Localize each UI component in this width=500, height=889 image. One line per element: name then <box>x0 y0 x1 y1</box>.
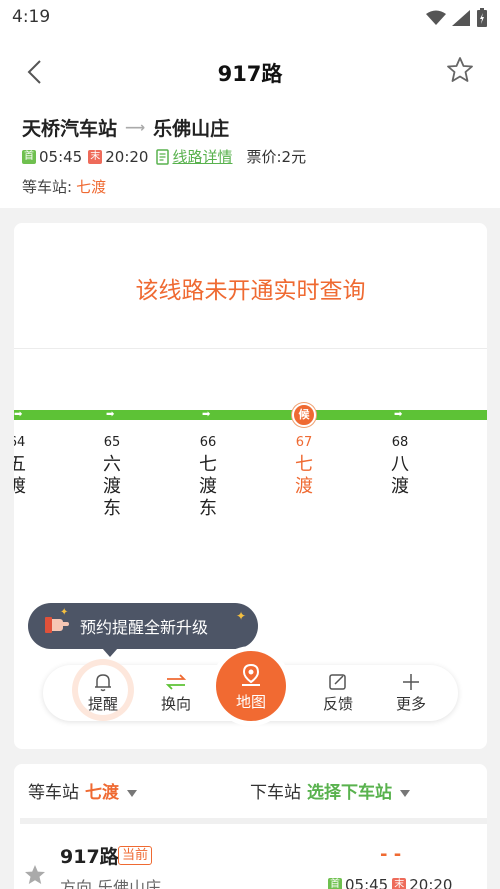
direction-arrow-icon: ➡ <box>106 409 115 420</box>
stop-number: 65 <box>103 435 121 450</box>
remind-button[interactable]: 提醒 <box>73 671 133 714</box>
stop-item[interactable]: 65 六渡东 <box>97 435 127 520</box>
fare: 票价:2元 <box>246 148 307 166</box>
route-from: 天桥汽车站 <box>22 118 118 140</box>
stop-item[interactable]: 64 五渡 <box>14 435 32 498</box>
plus-icon <box>403 674 419 690</box>
more-button[interactable]: 更多 <box>381 671 441 714</box>
stop-item[interactable]: 66 七渡东 <box>193 435 223 520</box>
bell-icon <box>95 674 111 692</box>
first-bus-tag: 首 <box>22 149 36 164</box>
signal-icon <box>452 10 470 26</box>
stop-number: 67 <box>295 435 313 450</box>
current-station-pin-icon: 候 <box>292 403 316 427</box>
divider <box>14 348 487 349</box>
wait-station-selector-label: 等车站 <box>28 783 79 803</box>
stop-name: 七渡东 <box>199 454 217 519</box>
route-list-item[interactable]: 917路 当前 方向 乐佛山庄 - - 首 05:45 末 20:20 <box>20 818 487 889</box>
route-times: 首 05:45 末 20:20 <box>328 876 452 889</box>
stop-name: 七渡 <box>295 454 313 497</box>
stop-name: 六渡东 <box>103 454 121 519</box>
line-map-card: 该线路未开通实时查询 ➡ ➡ ➡ ➡ 候 64 五渡 65 六渡东 66 七渡东… <box>14 223 487 749</box>
dropdown-triangle-icon <box>400 789 410 797</box>
star-icon[interactable] <box>24 864 46 886</box>
map-label: 地图 <box>235 693 266 711</box>
current-badge: 当前 <box>118 846 153 865</box>
last-bus-tag: 末 <box>392 878 407 889</box>
feedback-button[interactable]: 反馈 <box>308 671 368 714</box>
route-direction: 方向 乐佛山庄 <box>60 878 162 889</box>
stop-item-current[interactable]: 67 七渡 <box>289 435 319 498</box>
route-arrow-icon: ⟶ <box>125 119 146 136</box>
stop-number: 66 <box>199 435 217 450</box>
swap-icon <box>165 674 187 690</box>
wait-station-line: 等车站: 七渡 <box>22 176 106 197</box>
status-icons <box>426 8 488 28</box>
route-detail-label: 线路详情 <box>172 148 233 166</box>
direction-arrow-icon: ➡ <box>14 409 23 420</box>
wifi-icon <box>426 10 446 25</box>
no-realtime-notice: 该线路未开通实时查询 <box>135 278 366 304</box>
remind-label: 提醒 <box>87 695 118 713</box>
page-title: 917路 <box>217 62 283 86</box>
dropdown-triangle-icon <box>127 789 137 797</box>
route-to: 乐佛山庄 <box>153 118 230 140</box>
station-selector: 等车站 七渡 下车站 选择下车站 <box>14 778 487 804</box>
route-meta: 首 05:45 末 20:20 线路详情 票价:2元 <box>22 146 306 167</box>
switch-direction-label: 换向 <box>160 695 191 713</box>
more-label: 更多 <box>395 695 426 713</box>
last-bus-time: 20:20 <box>409 876 453 889</box>
route-endpoints: 天桥汽车站 ⟶ 乐佛山庄 <box>22 114 229 141</box>
action-toolbar: 提醒 换向 地图 反馈 更多 <box>43 651 458 721</box>
nav-bar: 917路 <box>0 36 500 108</box>
direction-arrow-icon: ➡ <box>394 409 403 420</box>
first-bus-time: 05:45 <box>39 147 83 166</box>
stop-number: 68 <box>391 435 409 450</box>
map-pin-icon <box>242 663 260 686</box>
feedback-label: 反馈 <box>322 695 353 713</box>
alight-station-selector[interactable]: 下车站 选择下车站 <box>250 778 410 803</box>
wait-station-selector-value: 七渡 <box>85 783 119 803</box>
tooltip-pointer <box>102 648 118 657</box>
first-bus-tag: 首 <box>328 878 342 889</box>
first-bus-time: 05:45 <box>345 876 389 889</box>
sparkle-icon: ✦ <box>235 609 246 623</box>
eta-placeholder: - - <box>380 844 402 865</box>
last-bus-time: 20:20 <box>105 147 149 166</box>
stop-number: 64 <box>14 435 26 450</box>
edit-icon <box>329 674 346 690</box>
document-icon <box>156 148 170 165</box>
stop-name: 八渡 <box>391 454 409 497</box>
route-info: 天桥汽车站 ⟶ 乐佛山庄 首 05:45 末 20:20 线路详情 票价:2元 … <box>0 108 500 208</box>
wait-station-selector[interactable]: 等车站 七渡 <box>28 778 137 803</box>
battery-icon <box>477 8 487 27</box>
sparkle-icon: ✦ <box>60 607 69 618</box>
route-detail-link[interactable]: 线路详情 <box>156 146 232 167</box>
reminder-upgrade-tooltip[interactable]: ✦ 预约提醒全新升级 ✦ <box>28 603 258 657</box>
alight-station-selector-label: 下车站 <box>250 783 301 803</box>
route-name: 917路 <box>60 846 119 868</box>
status-time: 4:19 <box>12 7 51 27</box>
alight-station-selector-value: 选择下车站 <box>307 783 392 803</box>
status-bar: 4:19 <box>0 0 500 36</box>
switch-direction-button[interactable]: 换向 <box>146 671 206 714</box>
favorite-star-icon[interactable] <box>446 56 474 84</box>
map-button[interactable]: 地图 <box>216 651 286 721</box>
stop-item[interactable]: 68 八渡 <box>385 435 415 498</box>
direction-arrow-icon: ➡ <box>202 409 211 420</box>
bus-line-track <box>14 410 487 420</box>
last-bus-tag: 末 <box>88 149 103 164</box>
station-selector-card: 等车站 七渡 下车站 选择下车站 917路 当前 方向 乐佛山庄 - - 首 05:… <box>14 764 487 889</box>
wait-station-value[interactable]: 七渡 <box>76 178 106 196</box>
wait-station-label: 等车站: <box>22 178 73 196</box>
stop-name: 五渡 <box>14 454 26 497</box>
tooltip-text: 预约提醒全新升级 <box>80 618 209 637</box>
